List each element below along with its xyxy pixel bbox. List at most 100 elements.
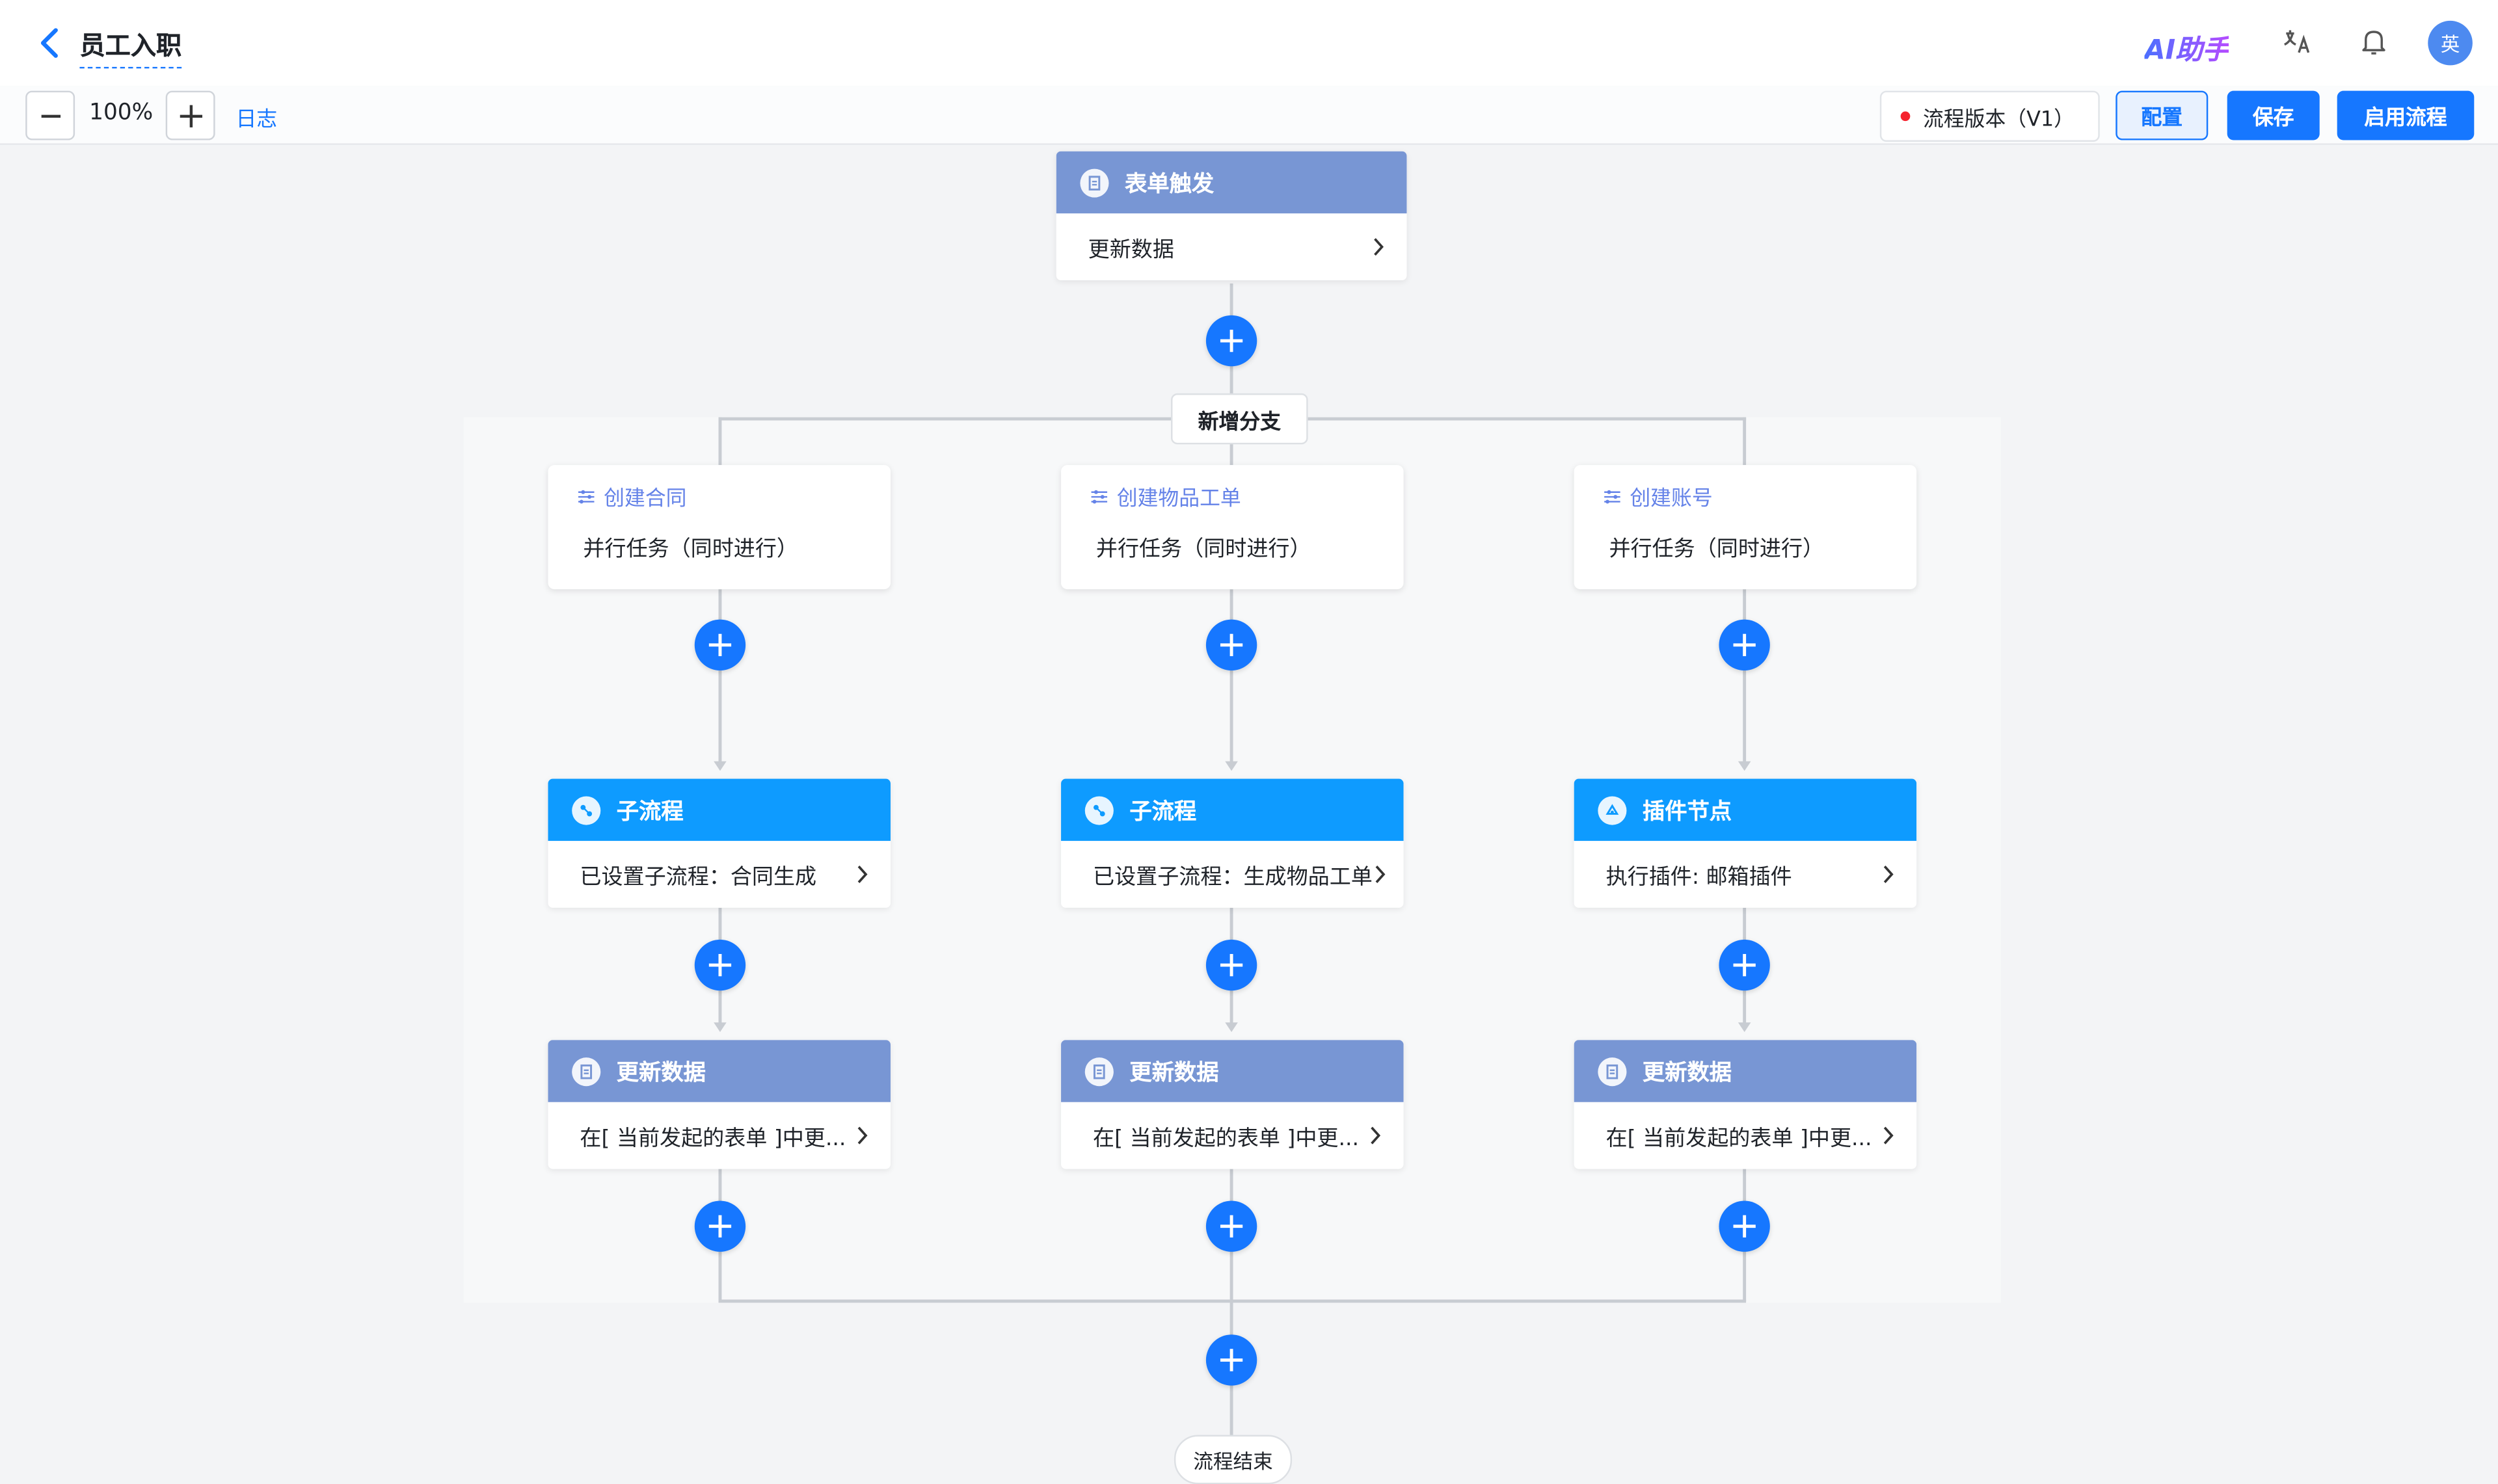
add-node-button[interactable] xyxy=(694,619,746,671)
parallel-node[interactable]: 创建账号 并行任务（同时进行） xyxy=(1574,465,1917,590)
add-node-button[interactable] xyxy=(1205,1200,1257,1252)
parallel-node-title-row: 创建账号 xyxy=(1603,481,1713,512)
plugin-node-body[interactable]: 执行插件: 邮箱插件 xyxy=(1574,841,1917,908)
plus-icon xyxy=(708,633,732,656)
parallel-icon xyxy=(1091,489,1108,503)
plugin-node[interactable]: 插件节点 执行插件: 邮箱插件 xyxy=(1574,778,1917,908)
update-data-node-body[interactable]: 在[ 当前发起的表单 ]中更... xyxy=(1574,1102,1917,1169)
bell-icon[interactable] xyxy=(2358,25,2390,57)
subflow-icon xyxy=(572,795,601,825)
update-data-node-title: 更新数据 xyxy=(616,1059,706,1085)
add-node-button[interactable] xyxy=(1719,1200,1770,1252)
add-node-button[interactable] xyxy=(1719,619,1770,671)
update-data-node-text: 在[ 当前发起的表单 ]中更... xyxy=(580,1126,846,1152)
plus-icon xyxy=(708,1215,732,1238)
back-arrow-icon[interactable] xyxy=(35,25,67,60)
update-data-node-body[interactable]: 在[ 当前发起的表单 ]中更... xyxy=(1061,1102,1404,1169)
parallel-node[interactable]: 创建合同 并行任务（同时进行） xyxy=(548,465,891,590)
update-data-node-header: 更新数据 xyxy=(548,1040,891,1102)
enable-flow-button[interactable]: 启用流程 xyxy=(2337,90,2475,140)
zoom-out-button[interactable] xyxy=(25,90,75,140)
connector-line xyxy=(1229,589,1233,765)
form-icon xyxy=(572,1056,601,1085)
plugin-node-text: 执行插件: 邮箱插件 xyxy=(1605,864,1792,890)
update-data-node[interactable]: 更新数据 在[ 当前发起的表单 ]中更... xyxy=(548,1040,891,1169)
parallel-node-text: 并行任务（同时进行） xyxy=(583,537,798,563)
ai-assistant-button[interactable]: AI助手 xyxy=(2144,27,2229,67)
add-node-button[interactable] xyxy=(1205,1334,1257,1386)
arrow-icon xyxy=(714,761,727,771)
subflow-node-body[interactable]: 已设置子流程：生成物品工单 xyxy=(1061,841,1404,908)
chevron-right-icon xyxy=(1883,866,1894,883)
parallel-node-title: 创建合同 xyxy=(604,487,687,512)
connector-line xyxy=(718,417,722,466)
plus-icon xyxy=(708,953,732,977)
subflow-node[interactable]: 子流程 已设置子流程：生成物品工单 xyxy=(1061,778,1404,908)
chevron-right-icon xyxy=(1371,1126,1381,1145)
subflow-node-header: 子流程 xyxy=(1061,778,1404,841)
update-data-node-header: 更新数据 xyxy=(1061,1040,1404,1102)
add-node-button[interactable] xyxy=(1205,619,1257,671)
subflow-node-header: 子流程 xyxy=(548,778,891,841)
plus-icon xyxy=(1220,329,1243,352)
parallel-node-title: 创建物品工单 xyxy=(1116,487,1241,512)
add-node-button[interactable] xyxy=(1205,315,1257,367)
add-node-button[interactable] xyxy=(1205,939,1257,991)
connector-line xyxy=(718,589,722,765)
toolbar: 100% 日志 流程版本（V1） 配置 保存 启用流程 xyxy=(0,86,2498,145)
config-button[interactable]: 配置 xyxy=(2115,90,2209,140)
add-node-button[interactable] xyxy=(694,1200,746,1252)
parallel-node[interactable]: 创建物品工单 并行任务（同时进行） xyxy=(1061,465,1404,590)
update-data-node-body[interactable]: 在[ 当前发起的表单 ]中更... xyxy=(548,1102,891,1169)
trigger-node-body[interactable]: 更新数据 xyxy=(1056,213,1407,280)
add-node-button[interactable] xyxy=(1719,939,1770,991)
subflow-node-body[interactable]: 已设置子流程：合同生成 xyxy=(548,841,891,908)
chevron-right-icon xyxy=(857,1126,868,1145)
plus-icon xyxy=(179,104,202,127)
page-title[interactable]: 员工入职 xyxy=(79,24,182,69)
translate-icon[interactable] xyxy=(2281,25,2313,57)
zoom-level: 100% xyxy=(89,100,154,126)
flow-end-node: 流程结束 xyxy=(1174,1435,1293,1484)
add-branch-button[interactable]: 新增分支 xyxy=(1171,393,1308,445)
connector-line xyxy=(1743,589,1747,765)
subflow-node[interactable]: 子流程 已设置子流程：合同生成 xyxy=(548,778,891,908)
chevron-right-icon xyxy=(857,866,868,883)
trigger-node-title: 表单触发 xyxy=(1124,171,1215,197)
plus-icon xyxy=(1733,1215,1756,1238)
arrow-icon xyxy=(1738,1022,1751,1032)
save-button[interactable]: 保存 xyxy=(2227,90,2320,140)
parallel-icon xyxy=(578,489,595,503)
update-data-node[interactable]: 更新数据 在[ 当前发起的表单 ]中更... xyxy=(1574,1040,1917,1169)
arrow-icon xyxy=(714,1022,727,1032)
zoom-in-button[interactable] xyxy=(165,90,215,140)
arrow-icon xyxy=(1225,761,1238,771)
add-node-button[interactable] xyxy=(694,939,746,991)
subflow-node-title: 子流程 xyxy=(1129,799,1197,825)
parallel-node-title-row: 创建物品工单 xyxy=(1090,481,1241,512)
avatar[interactable]: 英 xyxy=(2428,20,2473,66)
parallel-icon xyxy=(1604,489,1620,503)
plugin-node-title: 插件节点 xyxy=(1642,799,1732,825)
form-icon xyxy=(1080,168,1109,197)
plus-icon xyxy=(1733,633,1756,656)
parallel-node-title-row: 创建合同 xyxy=(577,481,687,512)
update-data-node[interactable]: 更新数据 在[ 当前发起的表单 ]中更... xyxy=(1061,1040,1404,1169)
plus-icon xyxy=(1220,633,1243,656)
trigger-node-header: 表单触发 xyxy=(1056,151,1407,214)
trigger-node-text: 更新数据 xyxy=(1088,237,1174,263)
chevron-right-icon xyxy=(1883,1126,1894,1145)
plus-icon xyxy=(1220,1349,1243,1371)
top-bar: 员工入职 AI助手 英 xyxy=(0,0,2498,86)
version-select[interactable]: 流程版本（V1） xyxy=(1879,90,2100,142)
connector-line xyxy=(1743,417,1747,466)
plugin-icon xyxy=(1598,795,1627,825)
log-link[interactable]: 日志 xyxy=(235,102,277,133)
parallel-node-text: 并行任务（同时进行） xyxy=(1609,537,1825,563)
subflow-node-title: 子流程 xyxy=(616,799,684,825)
trigger-node[interactable]: 表单触发 更新数据 xyxy=(1056,151,1407,281)
parallel-node-text: 并行任务（同时进行） xyxy=(1095,537,1311,563)
plus-icon xyxy=(1220,953,1243,977)
parallel-node-title: 创建账号 xyxy=(1630,487,1713,512)
update-data-node-text: 在[ 当前发起的表单 ]中更... xyxy=(1605,1126,1872,1152)
